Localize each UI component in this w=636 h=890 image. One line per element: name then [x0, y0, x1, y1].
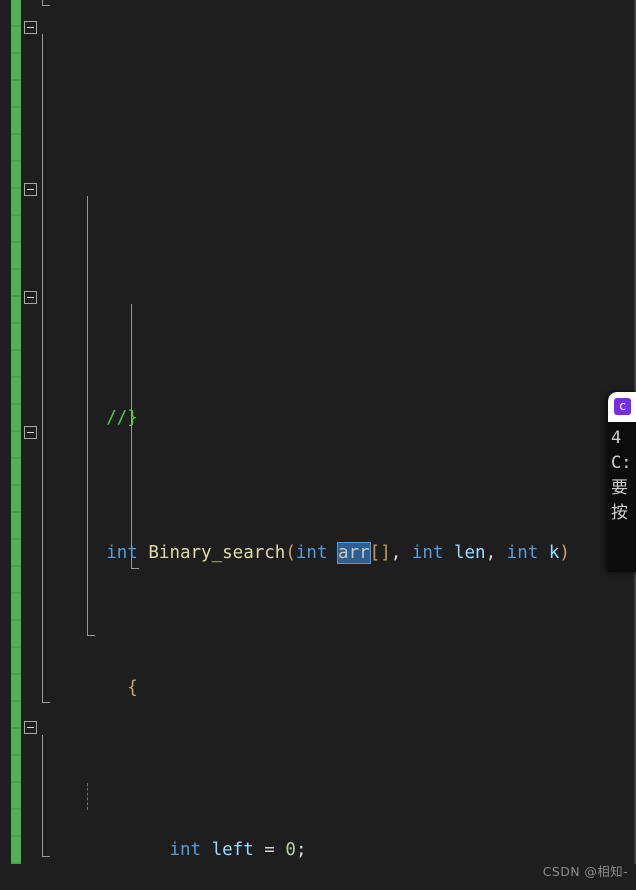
token-int: int	[411, 543, 444, 563]
code-surface[interactable]: //} int Binary_search(int arr[], int len…	[42, 0, 636, 890]
indent-guide	[87, 783, 88, 810]
token-int: int	[506, 543, 539, 563]
token-int: int	[106, 543, 138, 563]
console-line: 4	[611, 428, 622, 448]
line-text-2: int Binary_search(int arr[], int len, in…	[106, 543, 570, 563]
line-text-1: //}	[106, 408, 138, 428]
fold-toggle-else[interactable]	[24, 426, 37, 439]
token-k: k	[548, 543, 560, 563]
token-len: len	[453, 543, 486, 563]
watermark: CSDN @相知-	[542, 864, 628, 879]
change-bar	[11, 0, 21, 864]
token-arr-highlight[interactable]: arr	[338, 543, 370, 563]
console-titlebar[interactable]: c	[608, 392, 636, 422]
console-line: 要	[611, 478, 628, 498]
code-line[interactable]: //}	[43, 378, 636, 428]
console-window[interactable]: c 4 C: 要 按	[608, 392, 636, 572]
console-line: 按	[611, 503, 628, 523]
line-text-3: {	[106, 678, 138, 698]
code-line[interactable]: {	[43, 648, 636, 698]
console-line: C:	[611, 453, 632, 473]
console-icon: c	[614, 398, 631, 415]
code-line[interactable]: int Binary_search(int arr[], int len, in…	[43, 513, 636, 563]
outlining-column[interactable]	[21, 0, 43, 890]
token-int: int	[295, 543, 328, 563]
outline-bracket-prev	[42, 0, 50, 6]
glyph-margin[interactable]	[0, 0, 11, 890]
console-output: 4 C: 要 按	[608, 422, 636, 526]
editor-bottom-strip	[0, 864, 636, 890]
code-line[interactable]: int left = 0;	[43, 783, 636, 860]
code-editor[interactable]: //} int Binary_search(int arr[], int len…	[0, 0, 636, 890]
fold-toggle-binary-search[interactable]	[24, 21, 37, 34]
line-text-4: int left = 0;	[169, 840, 307, 860]
fold-toggle-while[interactable]	[24, 183, 37, 196]
token-fn-binary-search: Binary_search	[148, 543, 286, 563]
fold-toggle-if[interactable]	[24, 291, 37, 304]
fold-toggle-main[interactable]	[24, 721, 37, 734]
